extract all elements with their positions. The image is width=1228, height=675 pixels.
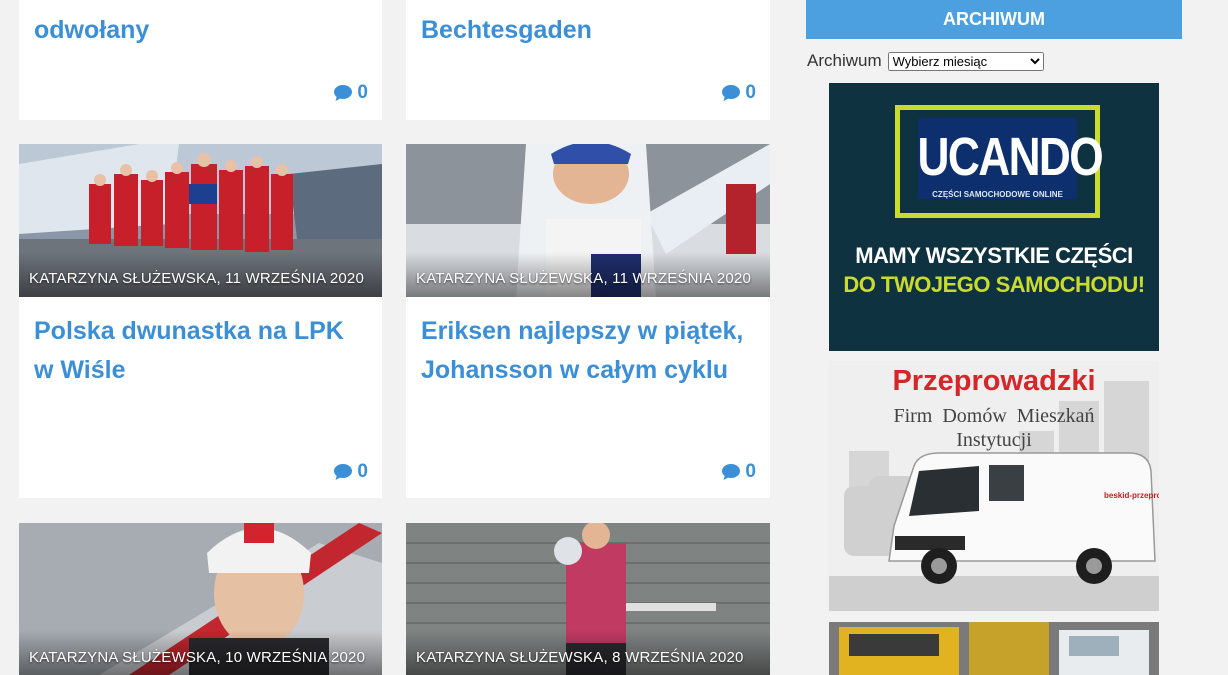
comments-count[interactable]: 0 — [333, 461, 368, 483]
archive-widget: Archiwum Wybierz miesiąc — [807, 51, 1044, 71]
post-thumbnail[interactable]: KATARZYNA SŁUŻEWSKA, 11 WRZEŚNIA 2020 — [406, 144, 770, 297]
post-thumbnail[interactable]: KATARZYNA SŁUŻEWSKA, 11 WRZEŚNIA 2020 — [19, 144, 382, 297]
ucando-tagline-line-2: DO TWOJEGO SAMOCHODU! — [843, 272, 1145, 297]
ucando-logo-box: UCANDO CZĘŚCI SAMOCHODOWE ONLINE — [895, 105, 1104, 218]
post-card[interactable]: KATARZYNA SŁUŻEWSKA, 8 WRZEŚNIA 2020 — [406, 523, 770, 675]
ucando-logo: UCANDO — [917, 127, 1104, 187]
ucando-logo-subtitle: CZĘŚCI SAMOCHODOWE ONLINE — [932, 190, 1063, 199]
comments-count[interactable]: 0 — [333, 82, 368, 104]
archive-label: Archiwum — [807, 51, 882, 70]
moving-ad-line-1: Firm Domów Mieszkań — [893, 405, 1095, 427]
post-card[interactable]: Bechtesgaden 0 — [406, 0, 770, 120]
post-title-line-1[interactable]: Eriksen najlepszy w piątek, — [421, 317, 743, 345]
moving-ad-banner[interactable]: Przeprowadzki Firm Domów Mieszkań Instyt… — [829, 361, 1159, 611]
post-card[interactable]: KATARZYNA SŁUŻEWSKA, 11 WRZEŚNIA 2020 Er… — [406, 144, 770, 498]
comments-value: 0 — [745, 461, 756, 482]
trucks-image — [829, 622, 1159, 675]
comment-icon — [334, 85, 353, 101]
post-title-line-2[interactable]: Johansson w całym cyklu — [421, 356, 728, 384]
van-brand-label: beskid-przeprowadz — [1104, 491, 1159, 500]
ucando-ad-banner[interactable]: UCANDO CZĘŚCI SAMOCHODOWE ONLINE MAMY WS… — [829, 83, 1159, 351]
comments-value: 0 — [357, 82, 368, 103]
moving-ad-title: Przeprowadzki — [892, 365, 1096, 397]
post-card[interactable]: KATARZYNA SŁUŻEWSKA, 10 WRZEŚNIA 2020 — [19, 523, 382, 675]
comment-icon — [722, 85, 741, 101]
post-title-line-2[interactable]: w Wiśle — [34, 356, 125, 384]
post-title[interactable]: Bechtesgaden — [421, 11, 592, 50]
truck-ad-banner[interactable] — [829, 622, 1159, 675]
post-title-line-1[interactable]: Polska dwunastka na LPK — [34, 317, 344, 345]
comments-value: 0 — [745, 82, 756, 103]
city-skyline-image — [829, 361, 1159, 611]
post-meta: KATARZYNA SŁUŻEWSKA, 8 WRZEŚNIA 2020 — [416, 649, 744, 666]
archive-month-select[interactable]: Wybierz miesiąc — [887, 51, 1044, 71]
moving-ad-line-2: Instytucji — [956, 429, 1032, 451]
post-meta: KATARZYNA SŁUŻEWSKA, 11 WRZEŚNIA 2020 — [416, 270, 751, 287]
comments-count[interactable]: 0 — [721, 461, 756, 483]
comment-icon — [334, 464, 353, 480]
post-card[interactable]: KATARZYNA SŁUŻEWSKA, 11 WRZEŚNIA 2020 Po… — [19, 144, 382, 498]
comments-count[interactable]: 0 — [721, 82, 756, 104]
post-title[interactable]: Polska dwunastka na LPK w Wiśle — [34, 312, 344, 390]
archive-widget-header: ARCHIWUM — [806, 0, 1182, 39]
post-title[interactable]: odwołany — [34, 11, 149, 50]
comment-icon — [722, 464, 741, 480]
post-meta: KATARZYNA SŁUŻEWSKA, 11 WRZEŚNIA 2020 — [29, 270, 364, 287]
comments-value: 0 — [357, 461, 368, 482]
post-thumbnail[interactable]: KATARZYNA SŁUŻEWSKA, 8 WRZEŚNIA 2020 — [406, 523, 770, 675]
ucando-tagline-line-1: MAMY WSZYSTKIE CZĘŚCI — [855, 243, 1133, 268]
post-title[interactable]: Eriksen najlepszy w piątek, Johansson w … — [421, 312, 743, 390]
post-meta: KATARZYNA SŁUŻEWSKA, 10 WRZEŚNIA 2020 — [29, 649, 366, 666]
post-card[interactable]: odwołany 0 — [19, 0, 382, 120]
post-thumbnail[interactable]: KATARZYNA SŁUŻEWSKA, 10 WRZEŚNIA 2020 — [19, 523, 382, 675]
